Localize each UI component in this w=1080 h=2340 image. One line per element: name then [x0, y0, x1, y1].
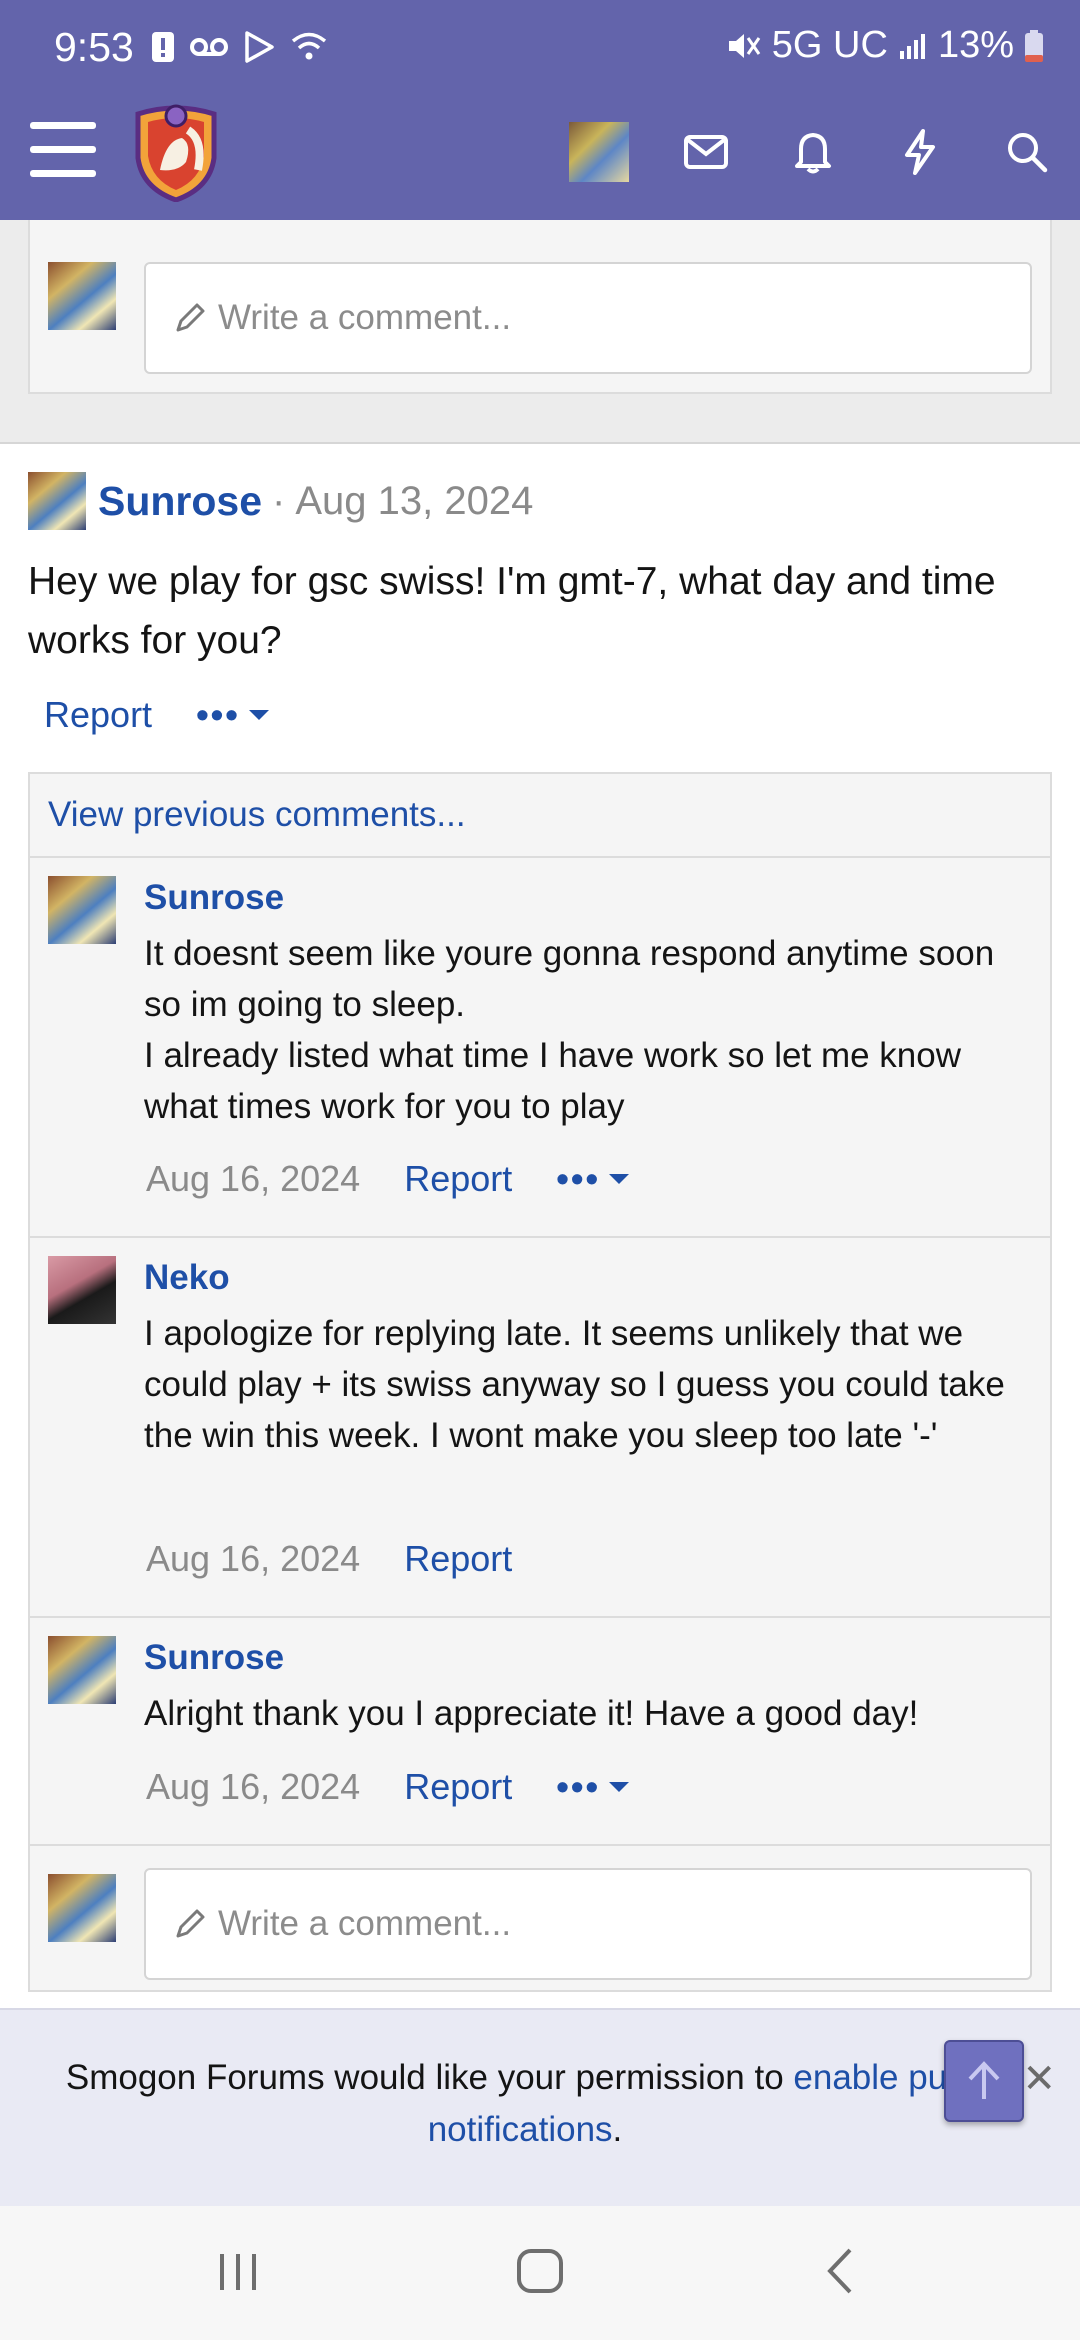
search-icon [1007, 133, 1047, 173]
back-icon[interactable] [820, 2246, 860, 2296]
reply-box: Write a comment... [30, 1858, 1050, 1992]
report-link[interactable]: Report [404, 1538, 512, 1580]
report-link[interactable]: Report [44, 694, 152, 736]
comment-placeholder: Write a comment... [218, 298, 512, 337]
more-options-button[interactable]: ••• [196, 694, 270, 736]
thread-content: Write a comment... Sunrose · Aug 13, 202… [0, 220, 1080, 2008]
search-button[interactable] [973, 114, 1080, 190]
system-nav-bar [0, 2206, 1080, 2340]
comment-meta: Aug 16, 2024 Report ••• [146, 1766, 630, 1808]
caret-down-icon [248, 710, 269, 720]
voicemail-icon [190, 38, 228, 56]
menu-icon[interactable] [30, 122, 96, 178]
inbox-button[interactable] [652, 114, 759, 190]
avatar[interactable] [48, 1256, 116, 1324]
comment-item: Sunrose Alright thank you I appreciate i… [30, 1618, 1050, 1846]
comment-item: Sunrose It doesnt seem like youre gonna … [30, 858, 1050, 1238]
mute-icon [728, 33, 761, 58]
comment-author[interactable]: Neko [144, 1258, 230, 1298]
push-notice-message: Smogon Forums would like your permission… [65, 2058, 794, 2097]
push-notice-text: Smogon Forums would like your permission… [30, 2052, 1020, 2156]
user-avatar-button[interactable] [545, 114, 652, 190]
nav-icons [545, 114, 1080, 190]
more-label: ••• [196, 694, 240, 735]
arrow-up-icon [968, 2061, 1000, 2099]
battery-icon [1025, 29, 1043, 62]
network-label: 5G UC [771, 24, 888, 66]
avatar[interactable] [28, 472, 86, 530]
view-previous-comments-link[interactable]: View previous comments... [30, 774, 1050, 858]
comment-meta: Aug 16, 2024 Report [146, 1538, 512, 1580]
push-notice-end: . [612, 2110, 623, 2149]
site-logo[interactable] [130, 100, 222, 202]
push-notification-banner: Smogon Forums would like your permission… [0, 2008, 1080, 2206]
home-icon[interactable] [514, 2246, 566, 2296]
post-body: Hey we play for gsc swiss! I'm gmt-7, wh… [28, 560, 996, 662]
avatar[interactable] [48, 262, 116, 330]
more-label: ••• [556, 1158, 601, 1199]
avatar[interactable] [48, 1636, 116, 1704]
comment-date[interactable]: Aug 16, 2024 [146, 1766, 360, 1808]
signal-icon [899, 33, 925, 59]
scroll-to-top-button[interactable] [944, 2040, 1024, 2122]
mail-icon [683, 135, 728, 169]
more-options-button[interactable]: ••• [556, 1158, 630, 1200]
alerts-button[interactable] [759, 114, 866, 190]
app-header: 9:53 5G UC 13% [0, 0, 1080, 220]
comments-section: View previous comments... Sunrose It doe… [28, 772, 1052, 1992]
nav-row [0, 100, 1080, 220]
user-avatar [568, 122, 629, 182]
comment-meta: Aug 16, 2024 Report ••• [146, 1158, 630, 1200]
close-icon[interactable]: ✕ [1022, 2056, 1056, 2102]
comment-item: Neko I apologize for replying late. It s… [30, 1238, 1050, 1618]
report-link[interactable]: Report [404, 1158, 512, 1200]
comment-text: I apologize for replying late. It seems … [144, 1314, 1005, 1455]
more-label: ••• [556, 1766, 601, 1807]
profile-post: Sunrose · Aug 13, 2024 Hey we play for g… [0, 442, 1080, 2008]
status-bar: 9:53 5G UC 13% [0, 0, 1080, 100]
pencil-icon [176, 303, 205, 332]
play-store-icon [245, 31, 274, 63]
comment-placeholder: Write a comment... [218, 1904, 512, 1943]
pencil-icon [176, 1909, 205, 1938]
recent-apps-icon[interactable] [214, 2246, 262, 2296]
comment-text: Alright thank you I appreciate it! Have … [144, 1694, 919, 1733]
comment-input[interactable]: Write a comment... [144, 262, 1032, 374]
separator: · [272, 478, 286, 523]
whats-new-button[interactable] [866, 114, 973, 190]
comment-author[interactable]: Sunrose [144, 1638, 284, 1678]
avatar[interactable] [48, 1874, 116, 1942]
wifi-icon [291, 32, 327, 60]
comment-text: It doesnt seem like youre gonna respond … [144, 934, 995, 1126]
status-left-icons [150, 30, 328, 64]
status-time: 9:53 [54, 24, 134, 70]
comment-input[interactable]: Write a comment... [144, 1868, 1032, 1980]
previous-post-reply-box: Write a comment... [28, 220, 1052, 394]
bell-icon [794, 133, 831, 174]
caret-down-icon [609, 1782, 630, 1792]
report-link[interactable]: Report [404, 1766, 512, 1808]
post-actions: Report ••• [44, 694, 270, 736]
battery-label: 13% [937, 24, 1014, 66]
post-header: Sunrose · Aug 13, 2024 [28, 472, 533, 530]
lightning-icon [904, 129, 935, 175]
alert-icon [152, 32, 174, 62]
status-right: 5G UC 13% [726, 24, 1044, 67]
post-author[interactable]: Sunrose [98, 478, 262, 525]
comment-author[interactable]: Sunrose [144, 878, 284, 918]
comment-date[interactable]: Aug 16, 2024 [146, 1538, 360, 1580]
more-options-button[interactable]: ••• [556, 1766, 630, 1808]
comment-date[interactable]: Aug 16, 2024 [146, 1158, 360, 1200]
post-date[interactable]: Aug 13, 2024 [295, 479, 533, 524]
avatar[interactable] [48, 876, 116, 944]
caret-down-icon [609, 1174, 630, 1184]
